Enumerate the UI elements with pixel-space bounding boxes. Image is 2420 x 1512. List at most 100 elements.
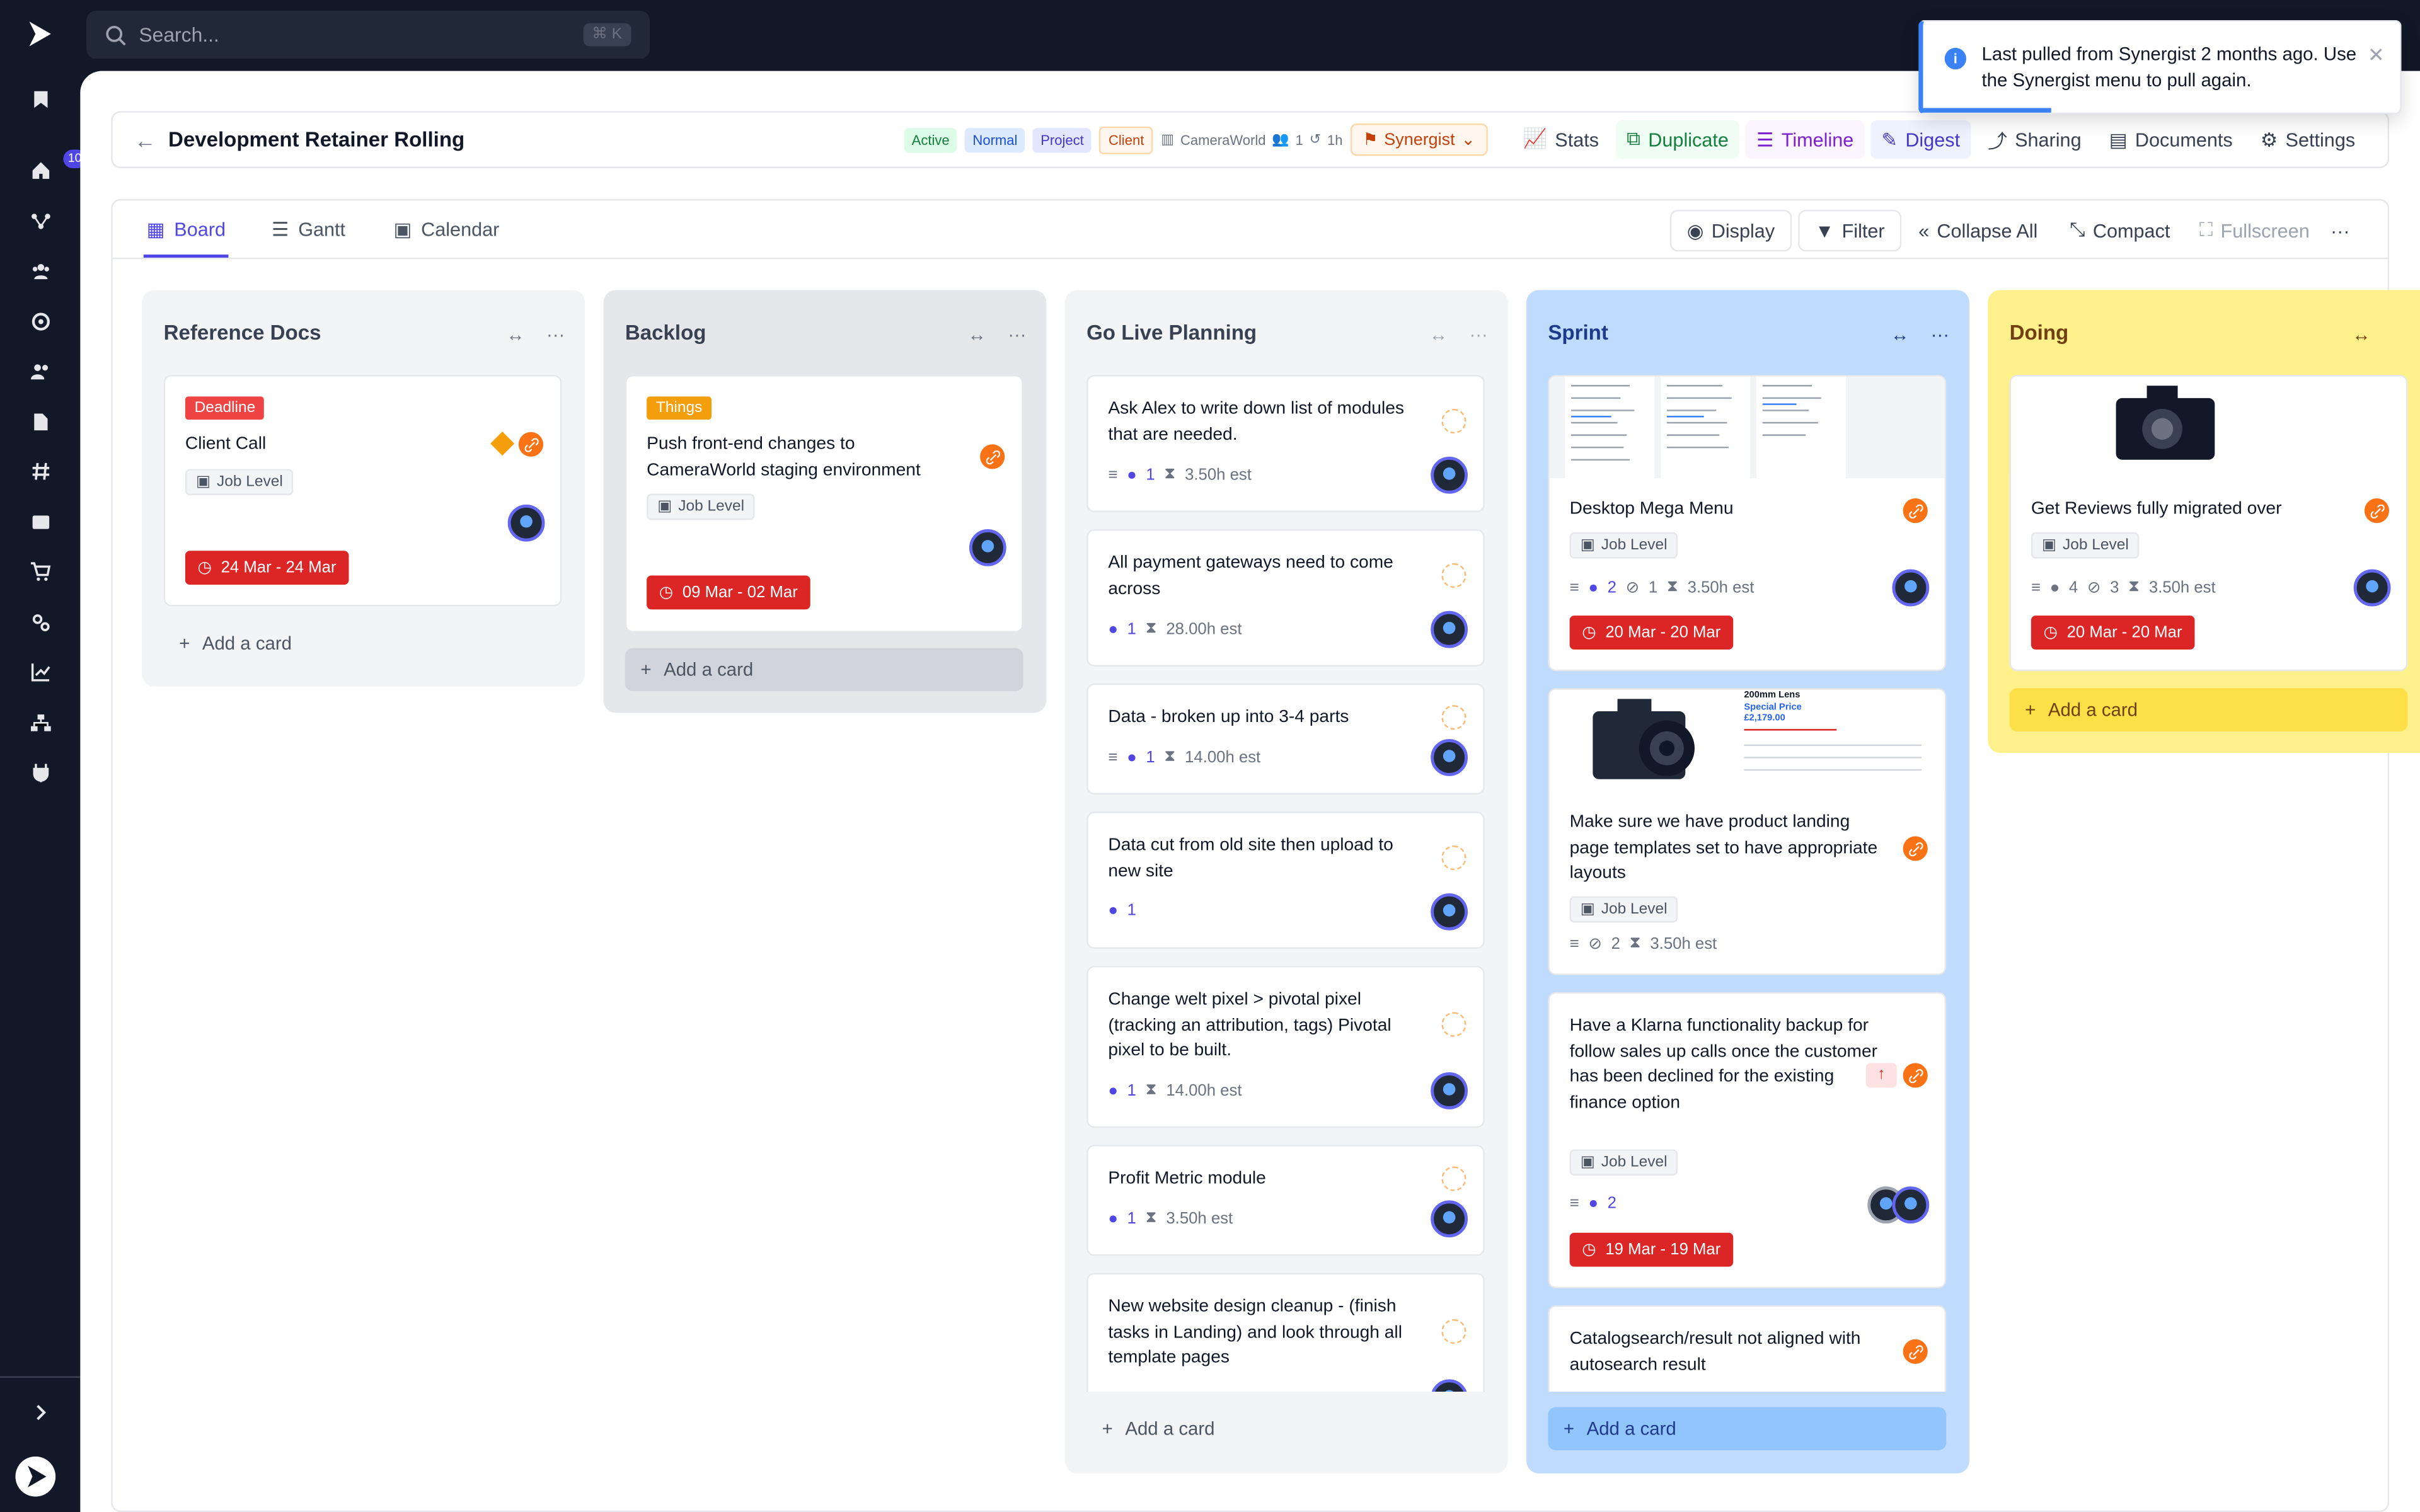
avatar[interactable]	[1892, 1186, 1930, 1224]
tab-board[interactable]: ▦ Board	[147, 217, 226, 241]
card[interactable]: Deadline Client Call ▣ Job Level ◷ 24 Mar …	[163, 375, 562, 607]
add-card-button[interactable]: + Add a card	[1548, 1407, 1947, 1451]
card[interactable]: All payment gateways need to come across…	[1086, 529, 1485, 667]
workflow-icon[interactable]	[28, 209, 52, 233]
add-card-button[interactable]: + Add a card	[625, 648, 1023, 692]
filter-button[interactable]: ▼ Filter	[1798, 210, 1902, 252]
archive-icon[interactable]	[28, 509, 52, 534]
compact-button[interactable]: ⤡ Compact	[2054, 210, 2186, 251]
card[interactable]: 200mm Lens Special Price £2,179.00 Make …	[1548, 688, 1947, 975]
card-title: Get Reviews fully migrated over	[2031, 500, 2282, 518]
card[interactable]: Catalogsearch/result not aligned with au…	[1548, 1305, 1947, 1392]
avatar[interactable]	[1431, 739, 1468, 776]
link-icon[interactable]	[1441, 408, 1466, 434]
tab-gantt[interactable]: ☰ Gantt	[272, 217, 345, 241]
digest-icon: ✎	[1881, 129, 1898, 152]
avatar[interactable]	[1431, 456, 1468, 494]
column-menu-icon[interactable]: ···	[1931, 324, 1949, 345]
display-button[interactable]: ◉ Display	[1669, 210, 1792, 252]
priority-tag: Normal	[965, 127, 1025, 152]
link-icon[interactable]	[1903, 498, 1928, 524]
link-icon[interactable]	[1441, 1166, 1466, 1191]
link-icon[interactable]	[1903, 1339, 1928, 1364]
home-icon[interactable]	[28, 158, 52, 182]
card[interactable]: Have a Klarna functionality backup for f…	[1548, 992, 1947, 1288]
link-icon[interactable]	[1441, 845, 1466, 871]
bookmark-icon[interactable]	[28, 86, 52, 111]
card[interactable]: New website design cleanup - (finish tas…	[1086, 1273, 1485, 1392]
expand-column-icon[interactable]: ↔	[968, 324, 986, 345]
expand-column-icon[interactable]: ↔	[1891, 324, 1909, 345]
avatar[interactable]	[1431, 893, 1468, 931]
add-card-button[interactable]: + Add a card	[1086, 1407, 1485, 1450]
column-menu-icon[interactable]: ···	[546, 324, 565, 345]
synergist-menu[interactable]: ⚑ Synergist ⌄	[1350, 123, 1488, 156]
sharing-button[interactable]: ⤴ Sharing	[1977, 117, 2092, 162]
card[interactable]: Desktop Mega Menu ▣ Job Level ≡ ● 2 ⊘ 1 ⧗ 3.50h…	[1548, 375, 1947, 672]
avatar[interactable]	[2353, 569, 2391, 607]
card[interactable]: Things Push front-end changes to CameraW…	[625, 375, 1023, 633]
hash-icon[interactable]	[28, 458, 52, 483]
fullscreen-button[interactable]: ⛶ Fullscreen	[2184, 210, 2325, 251]
board-icon: ▦	[146, 219, 165, 241]
avatar[interactable]	[969, 529, 1006, 566]
expand-column-icon[interactable]: ↔	[506, 324, 524, 345]
link-icon[interactable]	[1903, 836, 1928, 861]
column-menu-icon[interactable]: ···	[1469, 324, 1487, 345]
more-options-icon[interactable]: ···	[2315, 210, 2365, 251]
app-logo-icon[interactable]	[25, 18, 55, 49]
timeline-button[interactable]: ☰ Timeline	[1745, 120, 1865, 159]
collapse-all-button[interactable]: « Collapse All	[1903, 210, 2053, 251]
link-icon[interactable]	[1903, 1063, 1928, 1088]
user-avatar-logo-icon[interactable]	[15, 1456, 56, 1497]
tab-calendar[interactable]: ▣ Calendar	[393, 217, 499, 241]
chart-icon[interactable]	[28, 659, 52, 684]
avatar[interactable]	[1431, 1379, 1468, 1392]
link-icon[interactable]	[2364, 498, 2390, 524]
link-icon[interactable]	[1441, 1012, 1466, 1037]
card[interactable]: Data cut from old site then upload to ne…	[1086, 811, 1485, 949]
add-card-button[interactable]: + Add a card	[164, 622, 562, 665]
settings-cog-icon[interactable]	[28, 609, 52, 634]
expand-column-icon[interactable]: ↔	[1429, 324, 1448, 345]
link-icon[interactable]	[1441, 563, 1466, 588]
card[interactable]: Profit Metric module ● 1 ⧗ 3.50h est	[1086, 1145, 1485, 1256]
avatar[interactable]	[507, 504, 545, 542]
team-icon[interactable]	[28, 258, 52, 282]
digest-button[interactable]: ✎ Digest	[1870, 120, 1971, 159]
due-date-badge: ◷ 19 Mar - 19 Mar	[1569, 1232, 1733, 1267]
stats-button[interactable]: 📈 Stats	[1512, 120, 1610, 159]
card[interactable]: Get Reviews fully migrated over ▣ Job Lev…	[2009, 375, 2408, 672]
card[interactable]: Ask Alex to write down list of modules t…	[1086, 375, 1485, 513]
card-label: Deadline	[185, 396, 265, 420]
avatar[interactable]	[1431, 1072, 1468, 1109]
settings-button[interactable]: ⚙ Settings	[2250, 120, 2366, 159]
estimate: 14.00h est	[1185, 747, 1261, 766]
type-tag: Project	[1032, 127, 1092, 152]
back-arrow-icon[interactable]: ←	[134, 127, 156, 152]
search-bar[interactable]: Search... ⌘ K	[86, 11, 650, 59]
avatar[interactable]	[1431, 610, 1468, 648]
plugin-icon[interactable]	[28, 759, 52, 784]
support-icon[interactable]	[28, 309, 52, 333]
document-icon[interactable]	[28, 409, 52, 433]
cart-icon[interactable]	[28, 559, 52, 583]
column-go-live-planning: Go Live Planning ↔ ··· Ask Alex to write …	[1064, 290, 1508, 1474]
link-icon[interactable]	[518, 432, 544, 457]
avatar[interactable]	[1431, 1200, 1468, 1238]
link-icon[interactable]	[1441, 1319, 1466, 1344]
duplicate-button[interactable]: ⧉ Duplicate	[1616, 120, 1740, 159]
card[interactable]: Change welt pixel > pivotal pixel (track…	[1086, 966, 1485, 1128]
avatar[interactable]	[1892, 569, 1930, 607]
add-card-button[interactable]: + Add a card	[2009, 688, 2408, 731]
column-menu-icon[interactable]: ···	[1008, 324, 1026, 345]
documents-button[interactable]: ▤ Documents	[2099, 120, 2244, 159]
expand-column-icon[interactable]: ↔	[2352, 324, 2370, 345]
expand-sidebar-icon[interactable]	[28, 1399, 52, 1424]
link-icon[interactable]	[1441, 705, 1466, 730]
card[interactable]: Data - broken up into 3-4 parts ≡ ● 1 ⧗ 14.0…	[1086, 683, 1485, 795]
users-icon[interactable]	[28, 358, 52, 382]
link-icon[interactable]	[980, 444, 1005, 469]
close-icon[interactable]: ✕	[2368, 43, 2385, 68]
org-icon[interactable]	[28, 710, 52, 735]
